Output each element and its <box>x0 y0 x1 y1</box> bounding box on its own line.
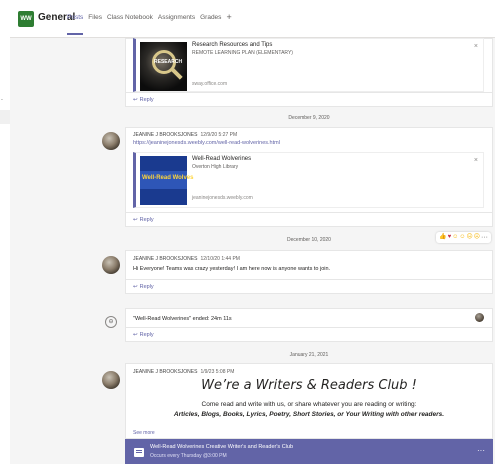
preview-title[interactable]: Research Resources and Tips <box>192 42 272 48</box>
tab-posts[interactable]: Posts <box>67 14 84 35</box>
post-timestamp: 12/9/20 5:27 PM <box>200 132 238 138</box>
tab-assignments[interactable]: Assignments <box>158 14 195 21</box>
scheduled-meeting-bar[interactable]: Well-Read Wolverines Creative Writer's a… <box>125 439 493 464</box>
preview-title[interactable]: Well-Read Wolverines <box>192 156 251 162</box>
meeting-icon: ⊖ <box>105 316 117 328</box>
post-meta: JEANINE J BROOKSJONES 12/10/20 1:44 PM <box>133 256 240 262</box>
more-options-icon[interactable]: ··· <box>477 446 485 455</box>
preview-url[interactable]: jeaninejonesds.weebly.com <box>192 195 253 201</box>
author-name[interactable]: JEANINE J BROOKSJONES <box>133 369 197 375</box>
meeting-ended-text: "Well-Read Wolverines" ended: 24m 11s <box>133 316 232 322</box>
reply-button[interactable]: ↩ Reply <box>125 280 493 294</box>
channel-header: WW General Posts Files Class Notebook As… <box>10 0 495 38</box>
participant-avatar[interactable] <box>475 313 484 322</box>
sad-icon[interactable]: ☹ <box>466 232 472 243</box>
reply-arrow-icon: ↩ <box>133 217 138 223</box>
add-tab-button[interactable]: + <box>226 13 231 22</box>
post-meta: JEANINE J BROOKSJONES 12/9/20 5:27 PM <box>133 132 237 138</box>
preview-subtitle: Overton High Library <box>192 164 239 170</box>
preview-subtitle: REMOTE LEARNING PLAN (ELEMENTARY) <box>192 50 293 56</box>
reaction-bar: 👍 ♥ ☺ ☺ ☹ ☹ ··· <box>436 232 491 243</box>
author-name[interactable]: JEANINE J BROOKSJONES <box>133 256 197 262</box>
tab-files[interactable]: Files <box>88 14 102 21</box>
date-divider: December 9, 2020 <box>288 115 330 121</box>
channel-tabs: Posts Files Class Notebook Assignments G… <box>67 13 232 35</box>
research-thumbnail: RESEARCH <box>140 42 187 91</box>
reply-button[interactable]: ↩ Reply <box>125 93 493 107</box>
like-icon[interactable]: 👍 <box>439 232 446 243</box>
close-preview-icon[interactable]: × <box>474 157 478 164</box>
avatar[interactable] <box>102 256 120 274</box>
meeting-title: Well-Read Wolverines Creative Writer's a… <box>150 444 294 450</box>
thumbnail-label: Well-Read Wolves <box>142 175 194 181</box>
tab-grades[interactable]: Grades <box>200 14 221 21</box>
post-timestamp: 1/9/23 5:08 PM <box>200 369 235 375</box>
post-meta: JEANINE J BROOKSJONES 1/9/23 5:08 PM <box>133 369 234 375</box>
calendar-icon <box>134 448 144 457</box>
tab-class-notebook[interactable]: Class Notebook <box>107 14 153 21</box>
left-rail: . <box>0 0 10 464</box>
announcement-line-1: Come read and write with us, or share wh… <box>201 401 417 408</box>
more-options-icon[interactable]: ··· <box>481 232 488 243</box>
reply-arrow-icon: ↩ <box>133 97 138 103</box>
announcement-card: JEANINE J BROOKSJONES 1/9/23 5:08 PM We’r… <box>125 363 493 439</box>
date-divider: January 21, 2021 <box>289 352 329 358</box>
see-more-link[interactable]: See more <box>133 430 155 436</box>
left-rail-selection <box>0 110 10 124</box>
posts-feed: RESEARCH Research Resources and Tips REM… <box>10 38 495 464</box>
surprised-icon[interactable]: ☺ <box>459 232 465 243</box>
thumbnail-label: RESEARCH <box>154 59 183 65</box>
author-name[interactable]: JEANINE J BROOKSJONES <box>133 132 197 138</box>
team-avatar[interactable]: WW <box>18 11 34 27</box>
link-preview-card[interactable]: RESEARCH Research Resources and Tips REM… <box>133 38 484 92</box>
wolverines-thumbnail: Well-Read Wolves <box>140 156 193 205</box>
reply-button[interactable]: ↩ Reply <box>125 328 493 342</box>
meeting-schedule: Occurs every Thursday @3:00 PM <box>150 453 227 459</box>
angry-icon[interactable]: ☹ <box>474 232 480 243</box>
announcement-line-2: Articles, Blogs, Books, Lyrics, Poetry, … <box>173 411 445 418</box>
post-link[interactable]: https://jeaninejonesds.weebly.com/well-r… <box>133 140 280 146</box>
post-timestamp: 12/10/20 1:44 PM <box>200 256 240 262</box>
avatar[interactable] <box>102 371 120 389</box>
laugh-icon[interactable]: ☺ <box>452 232 458 243</box>
post-card: JEANINE J BROOKSJONES 12/10/20 1:44 PM Hi… <box>125 250 493 280</box>
preview-url[interactable]: sway.office.com <box>192 81 227 87</box>
left-rail-dot: . <box>1 95 3 102</box>
reply-arrow-icon: ↩ <box>133 332 138 338</box>
post-card: RESEARCH Research Resources and Tips REM… <box>125 38 493 93</box>
message-text: Hi Everyone! Teams was crazy yesterday! … <box>133 266 331 272</box>
meeting-ended-card: "Well-Read Wolverines" ended: 24m 11s <box>125 308 493 328</box>
reply-arrow-icon: ↩ <box>133 284 138 290</box>
reply-button[interactable]: ↩ Reply <box>125 213 493 227</box>
announcement-title: We’re a Writers & Readers Club ! <box>201 378 417 393</box>
avatar[interactable] <box>102 132 120 150</box>
close-preview-icon[interactable]: × <box>474 43 478 50</box>
post-card: JEANINE J BROOKSJONES 12/9/20 5:27 PM htt… <box>125 127 493 213</box>
link-preview-card[interactable]: Well-Read Wolves Well-Read Wolverines Ov… <box>133 152 484 208</box>
heart-icon[interactable]: ♥ <box>448 232 452 243</box>
